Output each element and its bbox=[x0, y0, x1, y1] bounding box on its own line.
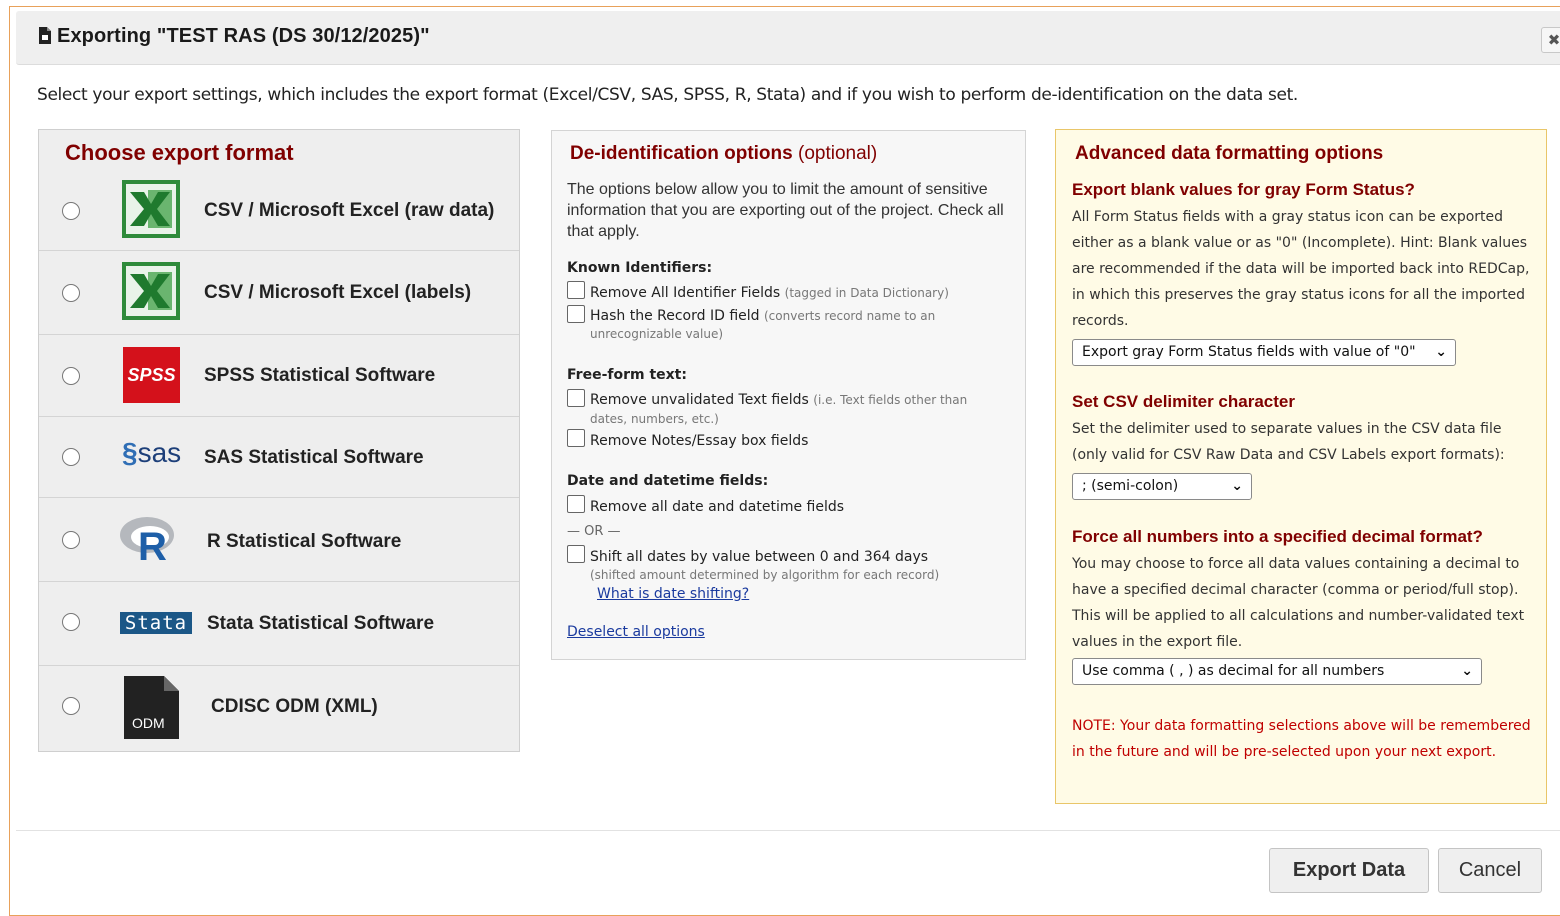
blank-values-text: All Form Status fields with a gray statu… bbox=[1072, 209, 1530, 329]
hash-record-note: unrecognizable value) bbox=[590, 327, 724, 341]
svg-text:R: R bbox=[138, 525, 167, 563]
dialog-titlebar: Exporting "TEST RAS (DS 30/12/2025)" ✖ bbox=[16, 11, 1560, 65]
close-button[interactable]: ✖ bbox=[1541, 27, 1560, 53]
excel-icon bbox=[122, 180, 180, 238]
chevron-down-icon: ⌄ bbox=[1461, 663, 1473, 679]
remove-dates-label: Remove all date and datetime fields bbox=[590, 499, 845, 515]
blank-values-select-value: Export gray Form Status fields with valu… bbox=[1082, 344, 1416, 360]
chevron-down-icon: ⌄ bbox=[1231, 478, 1243, 494]
decimal-select-value: Use comma ( , ) as decimal for all numbe… bbox=[1082, 663, 1385, 679]
format-label: SAS Statistical Software bbox=[204, 447, 424, 468]
format-radio[interactable] bbox=[62, 448, 80, 466]
footer-divider bbox=[16, 830, 1560, 831]
remove-notes-checkbox[interactable] bbox=[567, 429, 585, 447]
cancel-button[interactable]: Cancel bbox=[1438, 848, 1542, 893]
format-option-csv-labels[interactable]: CSV / Microsoft Excel (labels) bbox=[39, 251, 519, 335]
hash-record-id-checkbox[interactable] bbox=[567, 305, 585, 323]
format-label: CDISC ODM (XML) bbox=[211, 696, 378, 717]
export-data-button[interactable]: Export Data bbox=[1269, 848, 1429, 893]
stata-icon: Stata bbox=[120, 612, 192, 634]
delimiter-select[interactable]: ; (semi-colon) ⌄ bbox=[1072, 473, 1252, 500]
delimiter-select-value: ; (semi-colon) bbox=[1082, 478, 1179, 494]
shift-dates-note: (shifted amount determined by algorithm … bbox=[590, 568, 940, 582]
deid-title-text: De-identification options bbox=[570, 143, 793, 164]
date-shifting-help-link[interactable]: What is date shifting? bbox=[597, 586, 749, 602]
intro-text: Select your export settings, which inclu… bbox=[37, 85, 1298, 105]
export-dialog: Exporting "TEST RAS (DS 30/12/2025)" ✖ S… bbox=[9, 6, 1560, 916]
remove-identifiers-checkbox[interactable] bbox=[567, 281, 585, 299]
spss-icon: SPSS bbox=[123, 347, 180, 403]
deidentification-panel: De-identification options (optional) The… bbox=[551, 130, 1026, 660]
r-icon: R bbox=[120, 517, 174, 563]
or-divider: — OR — bbox=[567, 524, 621, 539]
odm-file-icon: ODM bbox=[124, 676, 179, 739]
format-option-csv-raw[interactable]: CSV / Microsoft Excel (raw data) bbox=[39, 172, 519, 251]
date-fields-heading: Date and datetime fields: bbox=[567, 473, 769, 489]
decimal-heading: Force all numbers into a specified decim… bbox=[1072, 527, 1483, 546]
blank-values-heading: Export blank values for gray Form Status… bbox=[1072, 180, 1415, 199]
format-option-spss[interactable]: SPSS SPSS Statistical Software bbox=[39, 335, 519, 417]
format-option-stata[interactable]: Stata Stata Statistical Software bbox=[39, 582, 519, 666]
file-export-icon bbox=[39, 27, 51, 44]
decimal-text: You may choose to force all data values … bbox=[1072, 556, 1525, 650]
remove-text-note: dates, numbers, etc.) bbox=[590, 412, 719, 426]
formats-title: Choose export format bbox=[65, 140, 294, 165]
remove-text-fields-checkbox[interactable] bbox=[567, 389, 585, 407]
format-label: CSV / Microsoft Excel (raw data) bbox=[204, 200, 495, 221]
format-option-odm[interactable]: ODM CDISC ODM (XML) bbox=[39, 666, 519, 752]
format-radio[interactable] bbox=[62, 531, 80, 549]
decimal-select[interactable]: Use comma ( , ) as decimal for all numbe… bbox=[1072, 658, 1482, 685]
format-label: SPSS Statistical Software bbox=[204, 365, 436, 386]
format-label: CSV / Microsoft Excel (labels) bbox=[204, 282, 472, 303]
format-radio[interactable] bbox=[62, 697, 80, 715]
remove-notes-label: Remove Notes/Essay box fields bbox=[590, 433, 809, 449]
remove-identifiers-label: Remove All Identifier Fields (tagged in … bbox=[590, 285, 949, 301]
format-radio[interactable] bbox=[62, 284, 80, 302]
known-identifiers-heading: Known Identifiers: bbox=[567, 260, 713, 276]
shift-dates-checkbox[interactable] bbox=[567, 545, 585, 563]
deid-optional-text: (optional) bbox=[798, 143, 878, 164]
shift-dates-label: Shift all dates by value between 0 and 3… bbox=[590, 549, 929, 565]
hash-record-id-label: Hash the Record ID field (converts recor… bbox=[590, 308, 936, 324]
deid-description: The options below allow you to limit the… bbox=[567, 181, 1004, 240]
chevron-down-icon: ⌄ bbox=[1435, 344, 1447, 360]
advanced-formatting-panel: Advanced data formatting options Export … bbox=[1055, 129, 1547, 804]
deselect-all-link[interactable]: Deselect all options bbox=[567, 624, 705, 640]
blank-values-select[interactable]: Export gray Form Status fields with valu… bbox=[1072, 339, 1456, 366]
format-option-r[interactable]: R R Statistical Software bbox=[39, 498, 519, 582]
advanced-title: Advanced data formatting options bbox=[1075, 143, 1384, 164]
freeform-heading: Free-form text: bbox=[567, 367, 687, 383]
dialog-title: Exporting "TEST RAS (DS 30/12/2025)" bbox=[57, 25, 430, 47]
format-label: R Statistical Software bbox=[207, 531, 402, 552]
remove-text-fields-label: Remove unvalidated Text fields (i.e. Tex… bbox=[590, 392, 968, 408]
format-radio[interactable] bbox=[62, 367, 80, 385]
deid-title: De-identification options (optional) bbox=[570, 143, 877, 165]
sas-icon-text: sas bbox=[137, 437, 182, 468]
format-label: Stata Statistical Software bbox=[207, 613, 435, 634]
sas-icon: §sas bbox=[122, 437, 182, 468]
remove-dates-checkbox[interactable] bbox=[567, 495, 585, 513]
format-radio[interactable] bbox=[62, 613, 80, 631]
svg-text:ODM: ODM bbox=[132, 715, 165, 731]
format-option-sas[interactable]: §sas SAS Statistical Software bbox=[39, 417, 519, 498]
delimiter-heading: Set CSV delimiter character bbox=[1072, 392, 1295, 411]
export-format-panel: Choose export format CSV / Microsoft Exc… bbox=[38, 129, 520, 752]
format-radio[interactable] bbox=[62, 202, 80, 220]
formatting-note: NOTE: Your data formatting selections ab… bbox=[1072, 718, 1531, 760]
excel-icon bbox=[122, 262, 180, 320]
delimiter-text: Set the delimiter used to separate value… bbox=[1072, 421, 1505, 463]
